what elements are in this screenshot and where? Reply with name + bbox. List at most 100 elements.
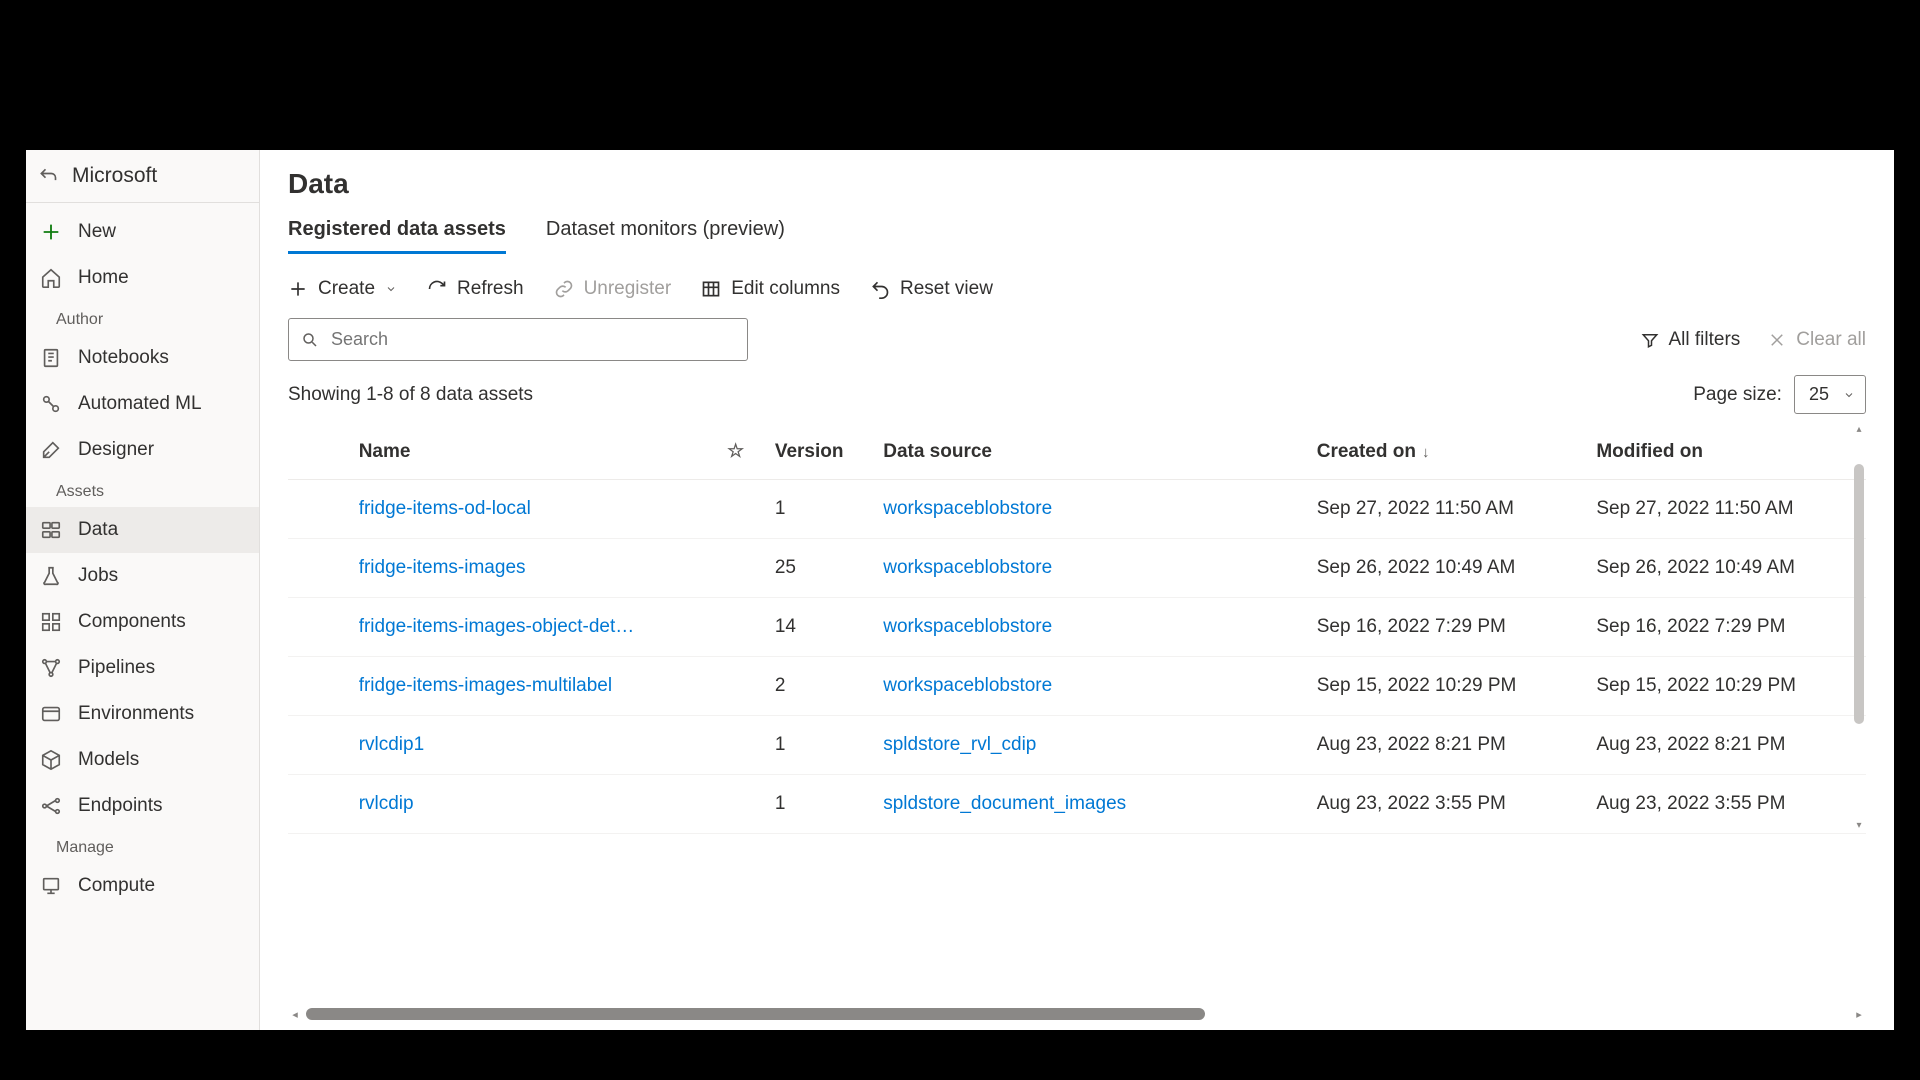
sidebar-item-pipelines[interactable]: Pipelines [26,645,259,691]
back-icon[interactable] [38,166,58,186]
asset-name-link[interactable]: rvlcdip1 [359,734,424,755]
datasource-link[interactable]: workspaceblobstore [883,675,1052,696]
refresh-icon [427,279,447,299]
tab-registered-assets[interactable]: Registered data assets [288,218,506,254]
row-favorite-cell[interactable] [717,539,765,598]
sidebar-item-label: Components [78,611,186,633]
table-row[interactable]: fridge-items-images-multilabel2workspace… [288,657,1866,716]
row-favorite-cell[interactable] [717,480,765,539]
asset-name-link[interactable]: fridge-items-images-object-det… [359,616,635,637]
sidebar-item-environments[interactable]: Environments [26,691,259,737]
sidebar-item-label: Jobs [78,565,118,587]
sidebar-item-models[interactable]: Models [26,737,259,783]
clear-all-label: Clear all [1796,329,1866,351]
asset-name-link[interactable]: fridge-items-images-multilabel [359,675,612,696]
row-name-cell[interactable]: rvlcdip [349,775,717,834]
row-source-cell[interactable]: spldstore_document_images [873,775,1307,834]
row-checkbox-cell[interactable] [288,657,349,716]
datasource-link[interactable]: workspaceblobstore [883,498,1052,519]
row-checkbox-cell[interactable] [288,480,349,539]
horizontal-scroll-track[interactable] [302,1008,1852,1020]
horizontal-scroll-thumb[interactable] [306,1008,1205,1020]
plus-icon [288,279,308,299]
col-created-on[interactable]: Created on↓ [1307,424,1587,480]
row-favorite-cell[interactable] [717,598,765,657]
row-source-cell[interactable]: workspaceblobstore [873,657,1307,716]
vertical-scroll-thumb[interactable] [1854,464,1864,724]
table-row[interactable]: fridge-items-images25workspaceblobstoreS… [288,539,1866,598]
datasource-link[interactable]: spldstore_document_images [883,793,1126,814]
notebook-icon [40,347,62,369]
col-favorite[interactable]: ☆ [717,424,765,480]
sidebar-item-data[interactable]: Data [26,507,259,553]
sidebar-item-jobs[interactable]: Jobs [26,553,259,599]
showing-count: Showing 1-8 of 8 data assets [288,384,533,406]
reset-view-button[interactable]: Reset view [870,278,993,300]
row-checkbox-cell[interactable] [288,598,349,657]
undo-icon [870,279,890,299]
unregister-label: Unregister [584,278,672,300]
col-select[interactable] [288,424,349,480]
row-source-cell[interactable]: workspaceblobstore [873,539,1307,598]
row-name-cell[interactable]: fridge-items-images [349,539,717,598]
sidebar-item-home[interactable]: Home [26,255,259,301]
col-modified-on[interactable]: Modified on [1586,424,1866,480]
table-row[interactable]: fridge-items-images-object-det…14workspa… [288,598,1866,657]
row-source-cell[interactable]: workspaceblobstore [873,598,1307,657]
row-source-cell[interactable]: spldstore_rvl_cdip [873,716,1307,775]
sidebar-item-new[interactable]: New [26,209,259,255]
sidebar-item-label: Designer [78,439,154,461]
datasource-link[interactable]: workspaceblobstore [883,557,1052,578]
row-name-cell[interactable]: fridge-items-od-local [349,480,717,539]
table-row[interactable]: rvlcdip11spldstore_rvl_cdipAug 23, 2022 … [288,716,1866,775]
page-size-value: 25 [1809,384,1829,405]
col-name[interactable]: Name [349,424,717,480]
row-favorite-cell[interactable] [717,775,765,834]
asset-name-link[interactable]: fridge-items-images [359,557,526,578]
col-version[interactable]: Version [765,424,873,480]
row-name-cell[interactable]: fridge-items-images-object-det… [349,598,717,657]
sidebar-item-notebooks[interactable]: Notebooks [26,335,259,381]
row-modified-cell: Sep 16, 2022 7:29 PM [1586,598,1866,657]
row-favorite-cell[interactable] [717,657,765,716]
table-row[interactable]: rvlcdip1spldstore_document_imagesAug 23,… [288,775,1866,834]
vertical-scrollbar[interactable]: ▴ ▾ [1852,424,1866,834]
row-name-cell[interactable]: rvlcdip1 [349,716,717,775]
row-checkbox-cell[interactable] [288,716,349,775]
search-input[interactable] [331,329,735,350]
row-favorite-cell[interactable] [717,716,765,775]
col-data-source[interactable]: Data source [873,424,1307,480]
horizontal-scrollbar[interactable]: ◂ ▸ [288,1006,1866,1022]
scroll-down-arrow-icon[interactable]: ▾ [1854,820,1864,834]
refresh-button[interactable]: Refresh [427,278,524,300]
edit-columns-button[interactable]: Edit columns [701,278,840,300]
scroll-left-arrow-icon[interactable]: ◂ [288,1008,302,1021]
row-created-cell: Sep 15, 2022 10:29 PM [1307,657,1587,716]
datasource-link[interactable]: spldstore_rvl_cdip [883,734,1036,755]
sidebar-item-endpoints[interactable]: Endpoints [26,783,259,829]
scroll-right-arrow-icon[interactable]: ▸ [1852,1008,1866,1021]
search-filter-row: All filters Clear all [288,318,1866,361]
row-name-cell[interactable]: fridge-items-images-multilabel [349,657,717,716]
tab-dataset-monitors[interactable]: Dataset monitors (preview) [546,218,785,254]
page-size-select[interactable]: 25 [1794,375,1866,414]
search-box[interactable] [288,318,748,361]
row-modified-cell: Aug 23, 2022 3:55 PM [1586,775,1866,834]
asset-name-link[interactable]: rvlcdip [359,793,414,814]
sidebar: Microsoft New Home Author Notebooks [26,150,260,1030]
create-button[interactable]: Create [288,278,397,300]
sidebar-item-automl[interactable]: Automated ML [26,381,259,427]
all-filters-button[interactable]: All filters [1641,329,1741,351]
table-row[interactable]: fridge-items-od-local1workspaceblobstore… [288,480,1866,539]
sidebar-item-components[interactable]: Components [26,599,259,645]
datasource-link[interactable]: workspaceblobstore [883,616,1052,637]
row-checkbox-cell[interactable] [288,775,349,834]
sidebar-item-compute[interactable]: Compute [26,863,259,909]
sidebar-item-designer[interactable]: Designer [26,427,259,473]
row-source-cell[interactable]: workspaceblobstore [873,480,1307,539]
scroll-up-arrow-icon[interactable]: ▴ [1854,424,1864,438]
list-meta-row: Showing 1-8 of 8 data assets Page size: … [288,375,1866,414]
app-window: Microsoft New Home Author Notebooks [26,150,1894,1030]
asset-name-link[interactable]: fridge-items-od-local [359,498,531,519]
row-checkbox-cell[interactable] [288,539,349,598]
